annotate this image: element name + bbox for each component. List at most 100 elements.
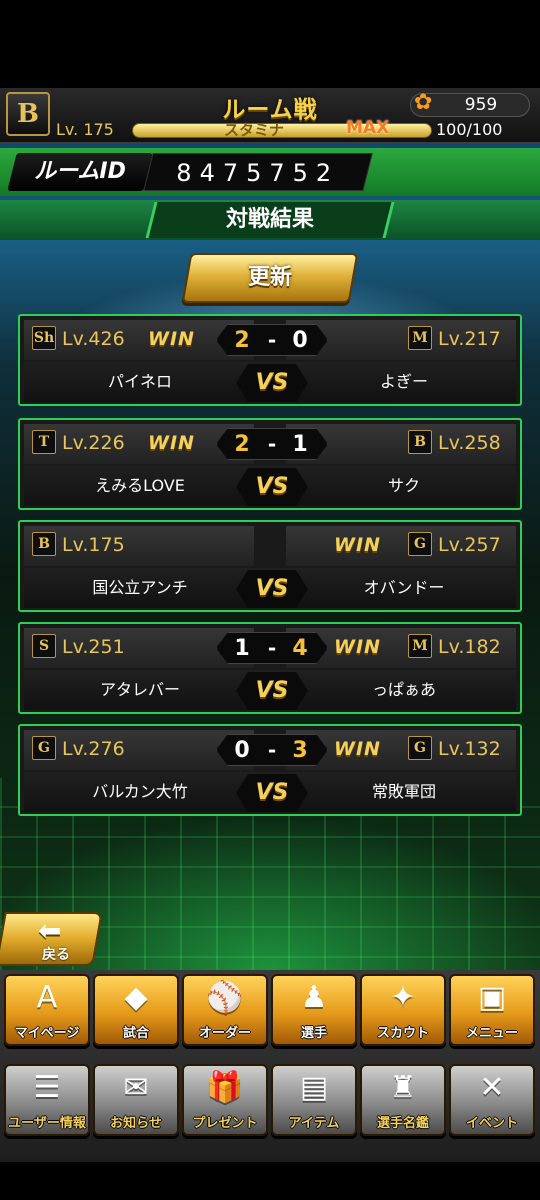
stamina-max-badge: MAX	[346, 118, 390, 138]
menu-icon: ☰	[33, 1070, 61, 1105]
score-dash: -	[267, 738, 277, 762]
right-level: Lv.258	[438, 432, 501, 454]
menu-button[interactable]: ▣ メニュー	[449, 974, 535, 1046]
score-left: 0	[234, 738, 250, 763]
room-id-value: 8475752	[143, 153, 373, 191]
score-left: 1	[234, 636, 250, 661]
win-badge: WIN	[334, 636, 381, 658]
left-team-logo-icon: S	[32, 634, 56, 658]
right-level: Lv.257	[438, 534, 501, 556]
refresh-button[interactable]: 更新	[181, 253, 359, 303]
left-level: Lv.251	[62, 636, 125, 658]
menu-label: ユーザー情報	[8, 1116, 86, 1131]
menu-label: お知らせ	[110, 1116, 162, 1131]
menu-button[interactable]: ✦ スカウト	[360, 974, 446, 1046]
menu-button[interactable]: ✕ イベント	[449, 1064, 535, 1136]
match-card[interactable]: B Lv.175 WIN G Lv.257 国公立アンチ VS オバンドー	[18, 520, 522, 612]
left-level: Lv.426	[62, 328, 125, 350]
win-badge: WIN	[334, 534, 381, 556]
left-player-name: えみるLOVE	[95, 476, 185, 495]
menu-button[interactable]: ✉ お知らせ	[93, 1064, 179, 1136]
vs-badge: VS	[236, 364, 308, 402]
room-id-label: ルームID	[7, 153, 153, 191]
vs-badge: VS	[236, 468, 308, 506]
menu-icon: ✦	[390, 980, 416, 1015]
match-card[interactable]: Sh Lv.426 WIN 2 - 0 M Lv.217 パイネロ VS よぎー	[18, 314, 522, 406]
score-dash: -	[267, 636, 277, 660]
menu-icon: ▣	[477, 980, 507, 1015]
left-player-name: バルカン大竹	[92, 782, 188, 801]
win-badge: WIN	[148, 432, 195, 454]
match-card[interactable]: S Lv.251 1 - 4 WIN M Lv.182 アタレバー VS っぱぁ…	[18, 622, 522, 714]
menu-label: マイページ	[14, 1026, 80, 1041]
menu-label: アイテム	[288, 1116, 340, 1131]
right-team-logo-icon: M	[408, 326, 432, 350]
status-bar-area	[0, 0, 540, 88]
menu-button[interactable]: ⚾ オーダー	[182, 974, 268, 1046]
right-level: Lv.182	[438, 636, 501, 658]
menu-button[interactable]: ☰ ユーザー情報	[4, 1064, 90, 1136]
score-right: 1	[292, 432, 308, 457]
menu-label: プレゼント	[192, 1116, 258, 1131]
left-team-logo-icon: T	[32, 430, 56, 454]
menu-icon: ▤	[299, 1070, 329, 1105]
match-card[interactable]: G Lv.276 0 - 3 WIN G Lv.132 バルカン大竹 VS 常敗…	[18, 724, 522, 816]
win-badge: WIN	[148, 328, 195, 350]
score-right: 0	[292, 328, 308, 353]
menu-icon: ♜	[389, 1070, 417, 1105]
right-player-name: よぎー	[379, 372, 428, 391]
menu-icon: ⚾	[206, 980, 244, 1015]
stamina-value: 100/100	[436, 120, 503, 139]
right-level: Lv.132	[438, 738, 501, 760]
menu-label: メニュー	[465, 1026, 518, 1041]
team-badge-icon[interactable]: B	[6, 92, 50, 136]
vs-badge: VS	[236, 570, 308, 608]
menu-button[interactable]: A マイページ	[4, 974, 90, 1046]
menu-button[interactable]: ◆ 試合	[93, 974, 179, 1046]
menu-label: 選手	[300, 1026, 327, 1041]
right-team-logo-icon: M	[408, 634, 432, 658]
score-right: 4	[292, 636, 308, 661]
section-title: 対戦結果	[145, 202, 395, 238]
nav-bar-area	[0, 1162, 540, 1200]
menu-label: 試合	[122, 1026, 149, 1041]
left-team-header	[24, 526, 254, 566]
left-team-logo-icon: G	[32, 736, 56, 760]
menu-button[interactable]: 🎁 プレゼント	[182, 1064, 268, 1136]
stamina-label: スタミナ	[224, 121, 285, 139]
right-level: Lv.217	[438, 328, 501, 350]
match-card[interactable]: T Lv.226 WIN 2 - 1 B Lv.258 えみるLOVE VS サ…	[18, 418, 522, 510]
menu-label: スカウト	[376, 1026, 429, 1041]
team-badge-letter: B	[17, 99, 39, 129]
left-player-name: パイネロ	[107, 372, 172, 391]
right-team-logo-icon: G	[408, 736, 432, 760]
menu-button[interactable]: ♟ 選手	[271, 974, 357, 1046]
menu-button[interactable]: ▤ アイテム	[271, 1064, 357, 1136]
menu-icon: ✕	[479, 1070, 505, 1105]
score-dash: -	[267, 328, 277, 352]
right-player-name: サク	[387, 476, 420, 495]
right-player-name: っぱぁあ	[371, 680, 436, 699]
left-player-name: 国公立アンチ	[92, 578, 188, 597]
back-label: 戻る	[42, 947, 70, 963]
right-team-logo-icon: B	[408, 430, 432, 454]
coin-icon: ✿	[414, 90, 433, 115]
menu-icon: 🎁	[206, 1070, 244, 1105]
menu-icon: ✉	[123, 1070, 149, 1105]
win-badge: WIN	[334, 738, 381, 760]
back-arrow-icon: ⬅	[38, 914, 62, 947]
menu-icon: ♟	[300, 980, 328, 1015]
menu-icon: A	[36, 980, 58, 1015]
right-player-name: 常敗軍団	[371, 782, 436, 801]
menu-label: イベント	[465, 1116, 518, 1131]
vs-badge: VS	[236, 672, 308, 710]
menu-label: オーダー	[198, 1026, 251, 1041]
menu-label: 選手名鑑	[376, 1116, 429, 1131]
left-level: Lv.226	[62, 432, 125, 454]
score-dash: -	[267, 432, 277, 456]
score-right: 3	[292, 738, 308, 763]
score-left: 2	[234, 328, 250, 353]
menu-button[interactable]: ♜ 選手名鑑	[360, 1064, 446, 1136]
coin-value: 959	[464, 95, 498, 115]
vs-badge: VS	[236, 774, 308, 812]
